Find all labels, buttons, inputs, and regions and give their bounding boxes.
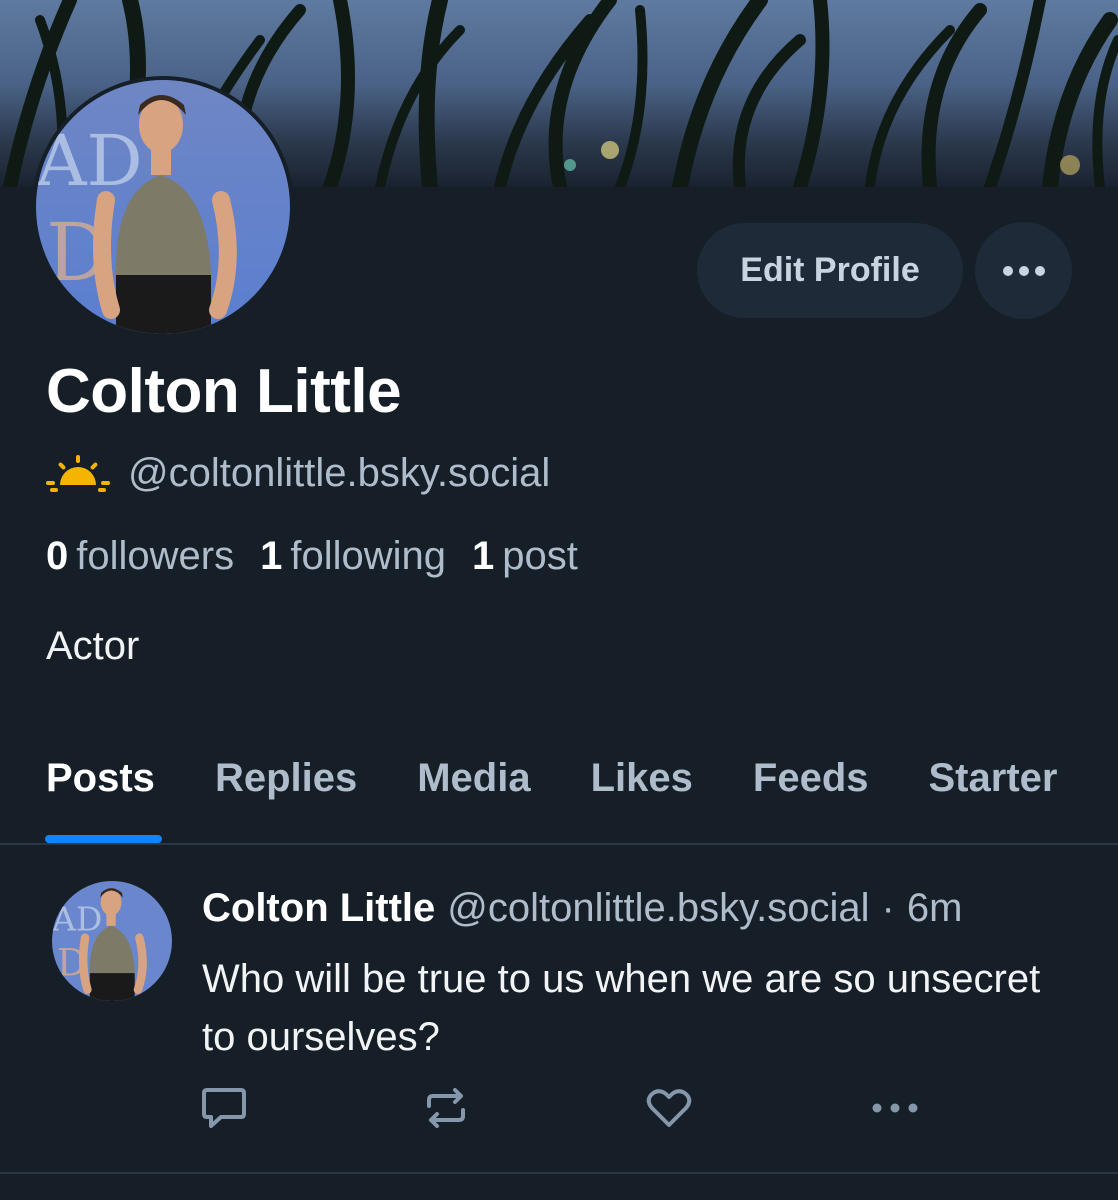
followers-label: followers	[76, 534, 235, 578]
following-stat[interactable]: 1 following	[260, 534, 446, 579]
tab-replies[interactable]: Replies	[215, 756, 357, 806]
post-text: Who will be true to us when we are so un…	[202, 957, 1041, 1059]
following-label: following	[290, 534, 446, 578]
profile-handle: @coltonlittle.bsky.social	[128, 450, 551, 495]
more-icon	[872, 1103, 918, 1113]
post-author-handle[interactable]: @coltonlittle.bsky.social	[447, 886, 869, 931]
reply-button[interactable]	[200, 1084, 248, 1132]
profile-page: AD D Edit Profile Colton Little @coltonl…	[0, 0, 1118, 1200]
sun-icon	[46, 455, 110, 492]
edit-profile-button[interactable]: Edit Profile	[697, 223, 963, 318]
active-tab-indicator	[45, 835, 162, 843]
repost-icon	[427, 1088, 465, 1128]
profile-tabs: Posts Replies Media Likes Feeds Starter	[46, 756, 1057, 806]
more-horizontal-icon	[1002, 265, 1045, 276]
profile-more-button[interactable]	[975, 222, 1072, 319]
followers-stat[interactable]: 0 followers	[46, 534, 234, 579]
posts-stat: 1 post	[472, 534, 578, 579]
reply-icon	[202, 1088, 246, 1128]
tab-posts[interactable]: Posts	[46, 756, 155, 806]
avatar-photo: AD D	[36, 80, 290, 334]
tab-feeds[interactable]: Feeds	[753, 756, 869, 806]
post-header: Colton Little @coltonlittle.bsky.social …	[202, 886, 962, 931]
svg-text:AD: AD	[52, 900, 102, 939]
followers-count: 0	[46, 534, 69, 578]
profile-stats: 0 followers 1 following 1 post	[46, 534, 578, 579]
posts-count: 1	[472, 534, 495, 578]
tab-starter[interactable]: Starter	[929, 756, 1058, 806]
post-author-name[interactable]: Colton Little	[202, 886, 435, 931]
post-more-button[interactable]	[871, 1084, 919, 1132]
post-author-avatar[interactable]: AD D	[52, 881, 172, 1001]
post-divider	[0, 1172, 1118, 1174]
profile-avatar[interactable]: AD D	[32, 76, 294, 338]
like-button[interactable]	[645, 1084, 693, 1132]
tab-media[interactable]: Media	[417, 756, 530, 806]
post-timestamp[interactable]: 6m	[907, 886, 963, 931]
profile-bio: Actor	[46, 624, 140, 668]
post-meta-separator: ·	[881, 886, 895, 930]
like-icon	[646, 1089, 692, 1127]
profile-display-name: Colton Little	[46, 357, 402, 426]
repost-button[interactable]	[422, 1084, 470, 1132]
tab-likes[interactable]: Likes	[591, 756, 693, 806]
profile-handle-row: @coltonlittle.bsky.social	[46, 448, 550, 498]
post-avatar-photo: AD D	[52, 881, 172, 1001]
posts-label: post	[502, 534, 578, 578]
tabs-divider	[0, 843, 1118, 845]
following-count: 1	[260, 534, 283, 578]
